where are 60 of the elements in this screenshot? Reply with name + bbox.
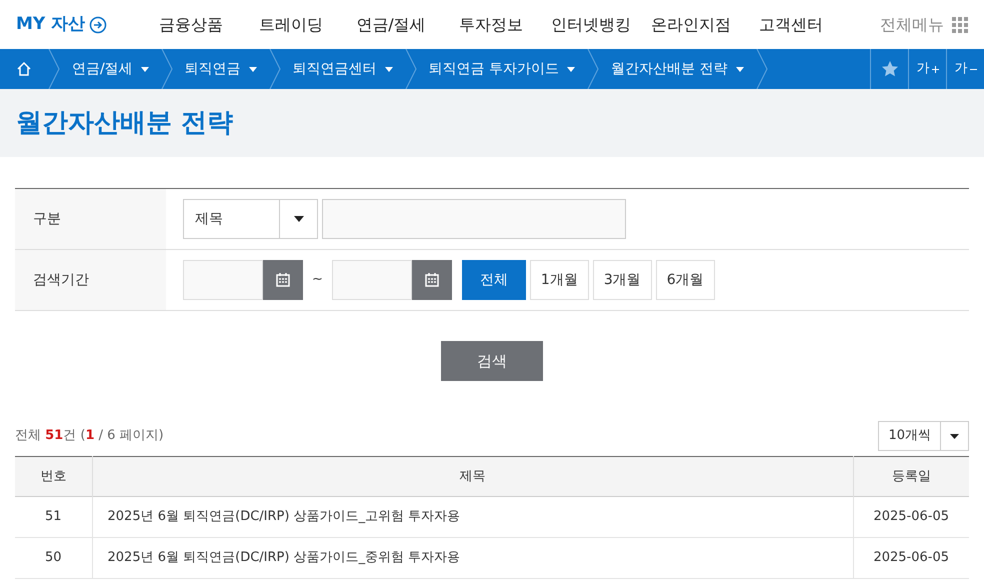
table-cell: 2025-06-05 (853, 538, 969, 578)
start-date-field[interactable] (183, 260, 263, 300)
caret-icon (140, 66, 149, 72)
nav-item[interactable]: 고객센터 (741, 12, 841, 36)
column-header: 제목 (92, 456, 853, 496)
table-cell: 2025-06-05 (853, 496, 969, 538)
caret-icon (294, 216, 304, 222)
plus-icon (932, 66, 938, 72)
column-header: 등록일 (853, 456, 969, 496)
chevron-separator-icon (48, 49, 60, 89)
all-menu-link[interactable]: 전체메뉴 (880, 12, 944, 36)
period-button[interactable]: 6개월 (656, 260, 715, 300)
chevron-separator-icon (160, 49, 173, 89)
post-title-link[interactable]: 2025년 6월 퇴직연금(DC/IRP) 상품가이드_중위험 투자자용 (92, 538, 853, 578)
column-header: 번호 (15, 456, 92, 496)
nav-item[interactable]: 연금/절세 (341, 12, 441, 36)
nav-item[interactable]: 금융상품 (141, 12, 241, 36)
grid-icon[interactable] (952, 16, 968, 32)
chevron-separator-icon (587, 49, 600, 89)
page-title: 월간자산배분 전략 (16, 106, 234, 140)
post-title-link[interactable]: 2025년 6월 퇴직연금(DC/IRP) 상품가이드_고위험 투자자용 (92, 496, 853, 538)
chevron-separator-icon (404, 49, 417, 89)
chevron-separator-icon (268, 49, 281, 89)
calendar-button[interactable] (263, 260, 303, 300)
result-summary: 전체 51건 (1 / 6 페이지) (15, 427, 164, 446)
logo[interactable]: MY 자산 (16, 12, 86, 38)
home-icon[interactable] (16, 61, 32, 77)
keyword-field[interactable] (322, 199, 626, 239)
caret-icon (950, 434, 959, 438)
breadcrumb-item[interactable]: 퇴직연금센터 (280, 58, 405, 80)
field-label: 검색기간 (15, 250, 166, 310)
period-button[interactable]: 1개월 (530, 260, 589, 300)
period-button[interactable]: 3개월 (592, 260, 652, 300)
breadcrumb-item[interactable]: 연금/절세 (60, 58, 161, 80)
caret-icon (736, 66, 744, 72)
field-label: 구분 (15, 189, 166, 249)
star-icon (882, 61, 898, 77)
caret-icon (384, 66, 393, 72)
calendar-button[interactable] (412, 260, 452, 300)
search-button[interactable]: 검색 (441, 341, 543, 381)
table-cell: 51 (15, 496, 92, 538)
caret-icon (248, 66, 257, 72)
calendar-icon (424, 272, 440, 288)
end-date-field[interactable] (332, 260, 412, 300)
nav-item[interactable]: 투자정보 (441, 12, 541, 36)
nav-item[interactable]: 온라인지점 (641, 12, 741, 36)
nav-item[interactable]: 트레이딩 (241, 12, 341, 36)
nav-item[interactable]: 인터넷뱅킹 (541, 12, 641, 36)
caret-icon (567, 66, 576, 72)
breadcrumb-item[interactable]: 월간자산배분 전략 (599, 58, 756, 80)
type-dropdown[interactable]: 제목 (183, 199, 318, 239)
page-size-dropdown[interactable]: 10개씩 (878, 421, 969, 451)
breadcrumb-item[interactable]: 퇴직연금 (172, 58, 269, 80)
period-button[interactable]: 전체 (462, 260, 526, 300)
tilde: ~ (312, 271, 323, 290)
arrow-circle-icon[interactable] (89, 16, 108, 34)
calendar-icon (275, 272, 291, 288)
breadcrumb-item[interactable]: 퇴직연금 투자가이드 (416, 58, 588, 80)
chevron-separator-icon (756, 49, 768, 89)
table-cell: 50 (15, 538, 92, 578)
